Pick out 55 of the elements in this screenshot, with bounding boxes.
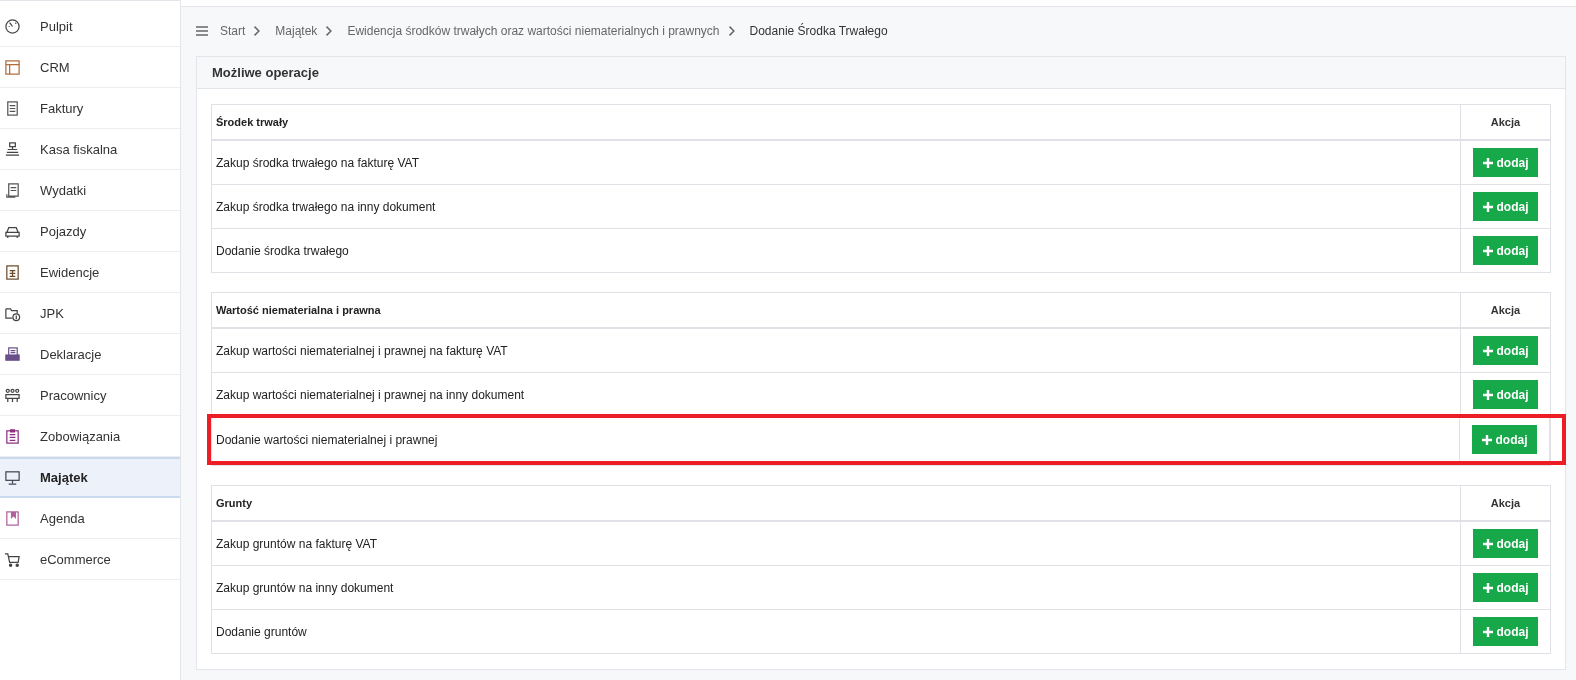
column-header: Środek trwały	[215, 115, 290, 130]
receipt-icon	[4, 181, 21, 199]
table-cell-text: Zakup gruntów na inny dokument	[215, 579, 395, 597]
table-cell-text: Dodanie wartości niematerialnej i prawnej	[215, 431, 439, 449]
layout-icon	[4, 58, 21, 76]
sidebar-item[interactable]: Agenda	[0, 498, 180, 539]
column-header: Akcja	[1460, 293, 1550, 327]
breadcrumb-link[interactable]: Majątek	[275, 24, 318, 38]
monitor-icon	[4, 469, 21, 486]
plus-icon	[1482, 538, 1493, 549]
plus-icon	[1482, 345, 1493, 356]
sidebar-item[interactable]: Wydatki	[0, 170, 180, 211]
sidebar-item[interactable]: Ewidencje	[0, 252, 180, 293]
sidebar-item[interactable]: Pojazdy	[0, 211, 180, 252]
plus-icon	[1482, 626, 1493, 637]
table-cell-text: Zakup środka trwałego na fakturę VAT	[215, 154, 420, 172]
table-cell-text: Zakup wartości niematerialnej i prawnej na inny dokument	[215, 386, 526, 404]
sidebar-item[interactable]: Deklaracje	[0, 334, 180, 375]
plus-icon	[1482, 245, 1493, 256]
plus-icon	[1482, 389, 1493, 400]
plus-icon	[1482, 582, 1493, 593]
menu-icon[interactable]	[196, 26, 208, 36]
breadcrumb-link[interactable]: Ewidencja środków trwałych oraz wartości niematerialnych i prawnych	[347, 24, 720, 38]
ledger-icon	[4, 263, 21, 281]
cash-register-icon	[4, 140, 21, 158]
table-cell-text: Dodanie gruntów	[215, 623, 308, 641]
table-cell-text: Dodanie środka trwałego	[215, 242, 350, 260]
sidebar-item[interactable]: CRM	[0, 47, 180, 88]
column-header: Akcja	[1460, 486, 1550, 520]
plus-icon	[1482, 201, 1493, 212]
sidebar-item[interactable]: Kasa fiskalna	[0, 129, 180, 170]
sidebar-item[interactable]: Faktury	[0, 88, 180, 129]
column-header: Akcja	[1460, 105, 1550, 139]
tray-icon	[4, 345, 21, 363]
card-title: Możliwe operacje	[197, 57, 1565, 89]
column-header: Grunty	[215, 496, 254, 511]
table-cell-text: Zakup wartości niematerialnej i prawnej na fakturę VAT	[215, 342, 509, 360]
plus-icon	[1482, 157, 1493, 168]
sidebar-item[interactable]: Pracownicy	[0, 375, 180, 416]
column-header: Wartość niematerialna i prawna	[215, 303, 382, 318]
bookmark-icon	[4, 509, 21, 527]
gauge-icon	[4, 17, 21, 35]
document-icon	[4, 99, 21, 117]
breadcrumb-link[interactable]: Start	[220, 24, 246, 38]
people-icon	[4, 386, 21, 404]
table-cell-text: Zakup środka trwałego na inny dokument	[215, 198, 437, 216]
clipboard-icon	[4, 427, 21, 445]
sidebar-item[interactable]: Majątek	[0, 457, 180, 498]
sidebar-item[interactable]: JPK	[0, 293, 180, 334]
cart-icon	[4, 550, 21, 568]
table-cell-text: Zakup gruntów na fakturę VAT	[215, 535, 378, 553]
sidebar-item[interactable]: eCommerce	[0, 539, 180, 580]
plus-icon	[1481, 434, 1492, 445]
breadcrumb-current: Dodanie Środka Trwałego	[749, 24, 888, 38]
sidebar-item[interactable]: Pulpit	[0, 6, 180, 47]
